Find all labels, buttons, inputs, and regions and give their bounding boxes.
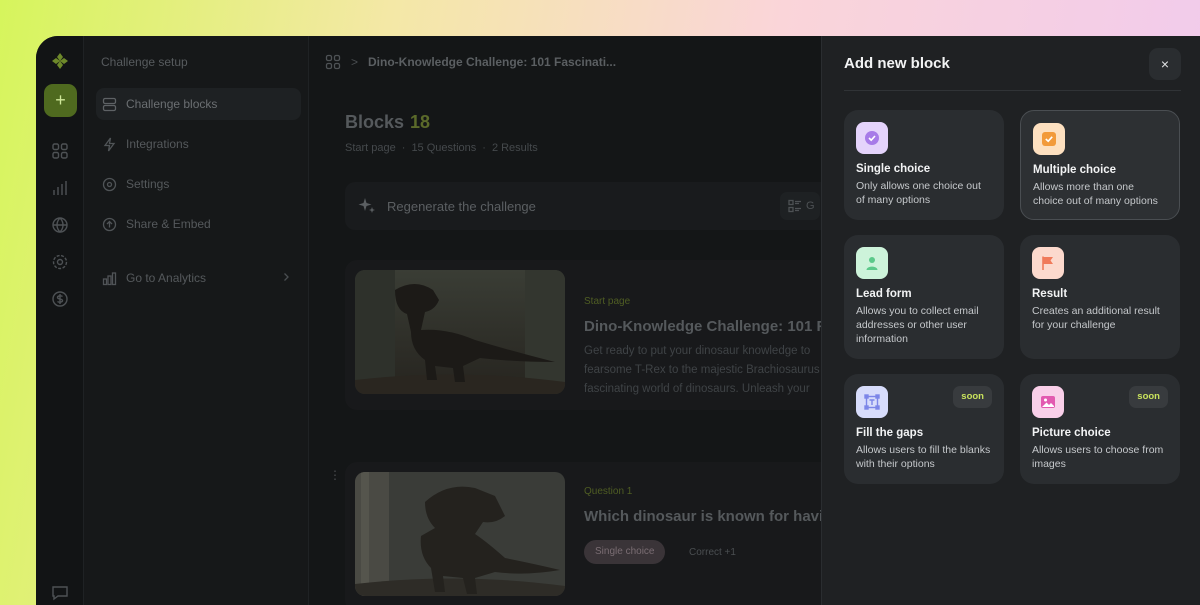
view-toggle-label: G <box>806 200 815 212</box>
question-type-pill: Single choice <box>584 540 666 564</box>
sidebar-item-settings[interactable]: Settings <box>96 168 301 200</box>
block-option-desc: Allows more than one choice out of many … <box>1033 181 1158 207</box>
user-icon <box>856 247 888 279</box>
view-toggle-button[interactable]: G <box>780 192 820 220</box>
sidebar-item-label: Share & Embed <box>126 217 211 231</box>
block-option-title: Lead form <box>856 288 912 300</box>
block-option-lead-form[interactable]: Lead form Allows you to collect email ad… <box>844 235 1004 359</box>
check-circle-icon <box>856 122 888 154</box>
list-icon <box>788 199 801 213</box>
block-option-desc: Only allows one choice out of many optio… <box>856 180 981 206</box>
correct-score: Correct +1 <box>689 547 736 558</box>
apps-icon[interactable] <box>325 54 341 70</box>
sidebar-item-challenge-blocks[interactable]: Challenge blocks <box>96 88 301 120</box>
breadcrumb-separator: > <box>351 55 359 69</box>
meta-dot: · <box>401 142 406 154</box>
sidebar: Challenge setup Challenge blocks Integra… <box>84 36 309 605</box>
soon-badge: soon <box>1129 386 1168 408</box>
gear-icon[interactable] <box>51 253 69 271</box>
sidebar-item-label: Go to Analytics <box>126 271 207 285</box>
share-icon <box>102 217 117 231</box>
chevron-right-icon <box>284 273 289 281</box>
meta-questions: 15 Questions <box>411 142 477 154</box>
dollar-icon[interactable] <box>51 290 69 308</box>
block-option-title: Single choice <box>856 163 931 175</box>
card-kicker: Start page <box>584 296 631 307</box>
block-option-multiple-choice[interactable]: Multiple choice Allows more than one cho… <box>1020 110 1180 220</box>
panel-divider <box>844 90 1181 91</box>
page-title: Blocks 18 <box>345 112 430 133</box>
block-option-title: Multiple choice <box>1033 164 1117 176</box>
panel-title: Add new block <box>844 55 950 72</box>
image-icon <box>1032 386 1064 418</box>
block-option-single-choice[interactable]: Single choice Only allows one choice out… <box>844 110 1004 220</box>
block-option-fill-the-gaps[interactable]: soon Fill the gaps Allows users to fill … <box>844 374 1004 484</box>
breadcrumb-current[interactable]: Dino-Knowledge Challenge: 101 Fascinati.… <box>368 55 616 69</box>
dinosaur-image <box>355 270 565 394</box>
trex-illustration <box>355 472 565 596</box>
add-button[interactable]: + <box>44 84 77 117</box>
sidebar-item-share-embed[interactable]: Share & Embed <box>96 208 301 240</box>
blocks-count: 18 <box>410 112 431 132</box>
trex-illustration <box>355 270 565 394</box>
add-block-panel: Add new block × Single choice Only allow… <box>821 36 1200 605</box>
grid-icon[interactable] <box>51 142 69 160</box>
card-heading: Which dinosaur is known for havi <box>584 508 824 525</box>
globe-icon[interactable] <box>51 216 69 234</box>
settings-icon <box>102 177 117 191</box>
icon-rail: + <box>36 36 84 605</box>
app-window: + Challenge setup Challenge blocks Integ… <box>36 36 1200 605</box>
block-option-title: Picture choice <box>1032 427 1111 439</box>
dinosaur-image <box>355 472 565 596</box>
text-frame-icon <box>856 386 888 418</box>
sidebar-item-analytics[interactable]: Go to Analytics <box>96 262 301 294</box>
block-option-desc: Allows users to choose from images <box>1032 444 1164 470</box>
card-heading: Dino-Knowledge Challenge: 101 F <box>584 318 826 335</box>
block-option-picture-choice[interactable]: soon Picture choice Allows users to choo… <box>1020 374 1180 484</box>
breadcrumb: > Dino-Knowledge Challenge: 101 Fascinat… <box>325 52 616 72</box>
regenerate-label: Regenerate the challenge <box>387 198 536 214</box>
blocks-icon <box>102 97 117 111</box>
block-option-desc: Allows users to fill the blanks with the… <box>856 444 991 470</box>
sidebar-item-integrations[interactable]: Integrations <box>96 128 301 160</box>
blocks-meta: Start page · 15 Questions · 2 Results <box>345 142 538 154</box>
block-option-title: Fill the gaps <box>856 427 924 439</box>
check-square-icon <box>1033 123 1065 155</box>
block-option-desc: Allows you to collect email addresses or… <box>856 305 979 345</box>
close-button[interactable]: × <box>1149 48 1181 80</box>
soon-badge: soon <box>953 386 992 408</box>
sidebar-item-label: Integrations <box>126 137 189 151</box>
meta-results: 2 Results <box>491 142 538 154</box>
analytics-icon <box>102 271 117 285</box>
logo-icon <box>52 53 68 69</box>
card-kicker: Question 1 <box>584 486 633 497</box>
blocks-label: Blocks <box>345 112 405 132</box>
lightning-icon <box>103 137 116 151</box>
meta-dot: · <box>482 142 486 154</box>
block-option-result[interactable]: Result Creates an additional result for … <box>1020 235 1180 359</box>
sidebar-item-label: Challenge blocks <box>126 97 218 111</box>
flag-icon <box>1032 247 1064 279</box>
meta-start: Start page <box>345 142 396 154</box>
sidebar-item-label: Settings <box>126 177 170 191</box>
block-option-desc: Creates an additional result for your ch… <box>1032 305 1160 331</box>
sparkles-icon <box>358 198 375 213</box>
card-body: Get ready to put your dinosaur knowledge… <box>584 345 820 395</box>
bar-chart-icon[interactable] <box>51 179 69 197</box>
chat-icon[interactable] <box>51 584 69 602</box>
sidebar-title: Challenge setup <box>101 55 188 69</box>
block-option-title: Result <box>1032 288 1068 300</box>
